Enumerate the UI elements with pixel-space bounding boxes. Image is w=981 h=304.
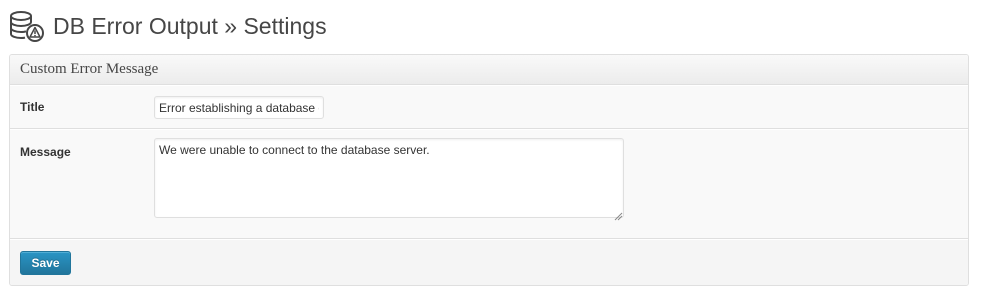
save-button[interactable]: Save	[20, 251, 71, 275]
database-warning-icon	[9, 10, 45, 42]
resize-handle-icon[interactable]	[614, 208, 623, 221]
title-row: Title	[10, 85, 968, 129]
message-row: Message We were unable to connect to the…	[10, 129, 968, 239]
message-label: Message	[20, 145, 71, 159]
page-title: DB Error Output » Settings	[53, 13, 327, 39]
panel-header: Custom Error Message	[10, 55, 968, 85]
panel-title: Custom Error Message	[20, 61, 159, 77]
message-textarea[interactable]: We were unable to connect to the databas…	[154, 138, 624, 218]
page-header: DB Error Output » Settings	[9, 9, 327, 43]
actions-row: Save	[10, 239, 968, 285]
title-label: Title	[20, 100, 45, 114]
settings-panel: Custom Error Message Title Message We we…	[9, 54, 969, 286]
title-input[interactable]	[154, 96, 324, 119]
